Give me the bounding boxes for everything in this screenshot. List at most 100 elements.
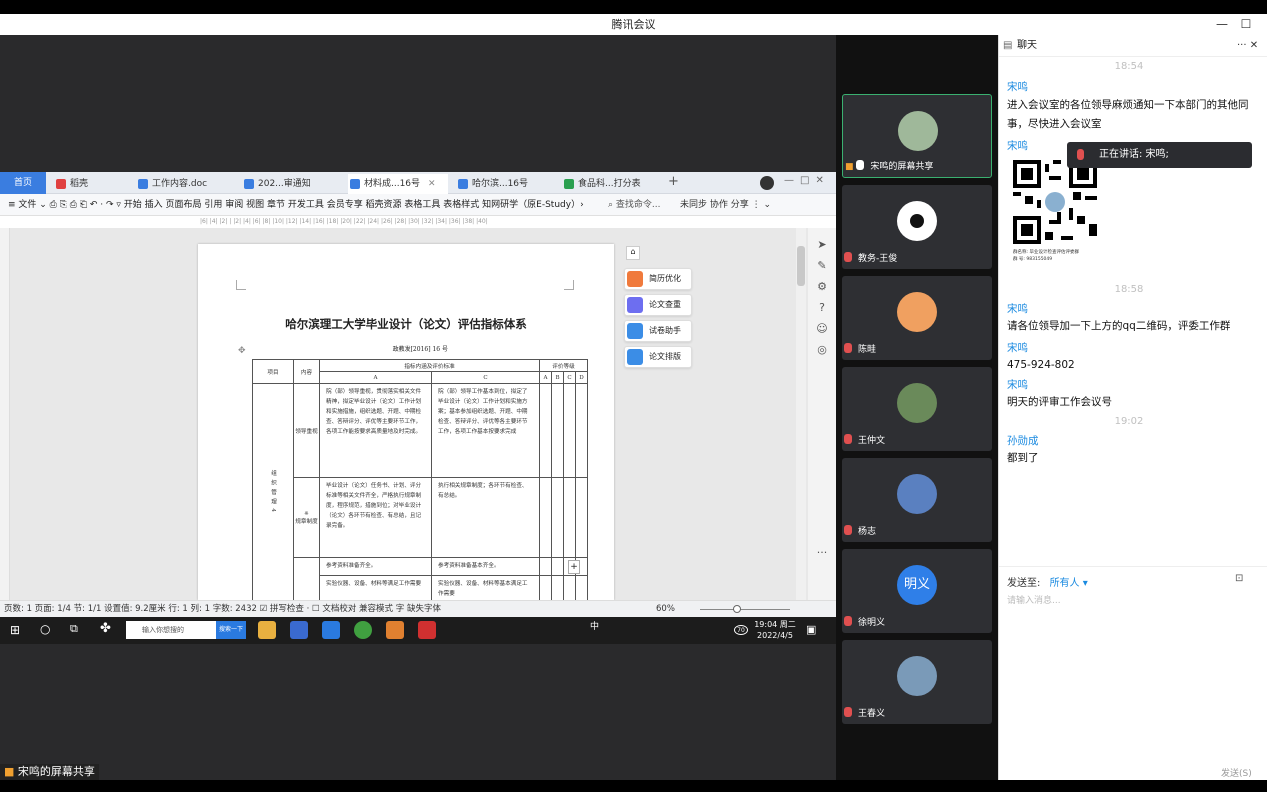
taskbar-clock[interactable]: 19:04 周二 2022/4/5 (752, 619, 798, 641)
sync-share-menu[interactable]: 未同步 协作 分享 ⋮ ⌄ (680, 194, 771, 216)
taskbar-search-button[interactable]: 搜索一下 (216, 621, 246, 639)
chat-icon: ▤ (1003, 40, 1013, 51)
content-cell: ※ 规章制度 (293, 477, 320, 558)
more-icon[interactable]: ··· (808, 546, 836, 559)
document-page[interactable]: 哈尔滨理工大学毕业设计（论文）评估指标体系 政教发[2016] 16 号 ✥ 项… (198, 244, 614, 603)
zoom-slider[interactable] (700, 609, 790, 610)
participant-tile[interactable]: ■ 宋鸣的屏幕共享 (842, 94, 992, 178)
speaking-indicator: 正在讲话: 宋鸣; (1067, 142, 1252, 168)
chat-close-icon[interactable]: ··· ✕ (1237, 35, 1258, 57)
pen-icon[interactable]: ✎ (808, 259, 836, 272)
tab-doc-4[interactable]: 哈尔滨...16号 (456, 174, 556, 194)
chat-sender: 宋鸣 (1007, 140, 1028, 152)
chat-header: ▤ 聊天 ··· ✕ (999, 35, 1267, 57)
chat-message: 进入会议室的各位领导麻烦通知一下本部门的其他同事，尽快进入会议室 (1007, 99, 1249, 130)
top-black-bar (0, 0, 1267, 14)
resume-optimize-button[interactable]: 简历优化 (624, 268, 692, 290)
settings-icon[interactable]: ⚙ (808, 280, 836, 293)
task-view-icon[interactable]: ⧉ (70, 622, 78, 636)
select-icon[interactable]: ➤ (808, 238, 836, 251)
qr-code-image[interactable]: 群名称: 毕业设计检查评估评委群 群 号: 983155049 (1013, 160, 1097, 268)
share-icon: ■ (845, 162, 854, 172)
mic-muted-icon (844, 525, 852, 535)
window-controls-icon[interactable]: —□✕ (784, 175, 830, 186)
collapse-icon[interactable]: ⌂ (626, 246, 640, 260)
location-icon[interactable]: ◎ (808, 343, 836, 356)
paper-format-button[interactable]: 论文排版 (624, 346, 692, 368)
word-icon (350, 179, 360, 189)
format-icon (627, 349, 643, 365)
send-to-selector[interactable]: 发送至: 所有人 ▾ (1007, 574, 1088, 589)
cortana-icon[interactable]: ○ (40, 622, 50, 636)
divider (999, 566, 1267, 567)
chat-input[interactable]: 请输入消息... (1007, 593, 1061, 606)
app-title: 腾讯会议 (0, 14, 1267, 35)
robot-icon[interactable]: ☺ (808, 322, 836, 335)
sigma-icon[interactable] (290, 621, 308, 639)
tab-daoke[interactable]: 稻壳 (54, 174, 88, 194)
chat-sender: 孙勋成 (1007, 435, 1039, 447)
participant-tile[interactable]: 陈畦 (842, 276, 992, 360)
wps-icon[interactable] (418, 621, 436, 639)
notification-icon[interactable]: ▣ (806, 623, 816, 636)
paper-check-button[interactable]: 论文查重 (624, 294, 692, 316)
avatar (897, 292, 937, 332)
zoom-level[interactable]: 60% (656, 601, 675, 617)
command-search-input[interactable]: ⌕ 查找命令... (608, 194, 661, 216)
vertical-scrollbar[interactable] (796, 228, 806, 600)
table-move-handle-icon[interactable]: ✥ (238, 346, 246, 356)
participant-tile[interactable]: 王春义 (842, 640, 992, 724)
mic-muted-icon (844, 616, 852, 626)
tencent-meeting-icon[interactable] (386, 621, 404, 639)
tab-doc-2[interactable]: 202...审通知 (242, 174, 342, 194)
chat-sender: 宋鸣 (1007, 342, 1028, 354)
margin-mark (564, 280, 574, 290)
margin-mark (236, 280, 246, 290)
app-icon[interactable]: ✤ (100, 621, 111, 636)
chat-sender: 宋鸣 (1007, 81, 1028, 93)
avatar (898, 111, 938, 151)
avatar (897, 201, 937, 241)
participant-strip: ■ 宋鸣的屏幕共享 教务-王俊 陈畦 王仲文 杨志 明义 徐明义 王春义 (836, 35, 998, 780)
timestamp: 18:58 (1114, 284, 1144, 295)
mic-muted-icon (844, 434, 852, 444)
document-title: 哈尔滨理工大学毕业设计（论文）评估指标体系 (285, 317, 527, 331)
vertical-ruler (0, 228, 10, 600)
exam-helper-button[interactable]: 试卷助手 (624, 320, 692, 342)
tab-doc-1[interactable]: 工作内容.doc (136, 174, 236, 194)
file-icon[interactable]: ⊡ (1235, 573, 1243, 584)
zoom-slider-thumb[interactable] (733, 605, 741, 613)
participant-tile[interactable]: 明义 徐明义 (842, 549, 992, 633)
mic-icon (856, 160, 865, 170)
ime-indicator[interactable]: 中 (590, 619, 599, 632)
tab-doc-3-active[interactable]: 材料成...16号 ✕ (348, 174, 448, 194)
folder-icon[interactable] (258, 621, 276, 639)
minimize-button[interactable]: — (1210, 14, 1234, 35)
windows-taskbar: ⊞ ○ ⧉ ✤ 输入你想搜的 搜索一下 中 70 19:04 周二 2022/4/… (0, 617, 836, 644)
new-tab-icon[interactable]: + (668, 174, 679, 189)
tab-sheet[interactable]: 食品科...打分表 (562, 174, 662, 194)
participant-tile[interactable]: 教务-王俊 (842, 185, 992, 269)
word-icon (458, 179, 468, 189)
participant-tile[interactable]: 王仲文 (842, 367, 992, 451)
word-icon (244, 179, 254, 189)
tab-home[interactable]: 首页 (0, 172, 46, 194)
windows-start-icon[interactable]: ⊞ (10, 623, 20, 637)
photos-icon[interactable] (322, 621, 340, 639)
close-tab-icon[interactable]: ✕ (428, 179, 436, 189)
add-row-icon[interactable]: + (568, 560, 580, 574)
timestamp: 18:54 (1114, 61, 1144, 72)
screen-share-label: ■ 宋鸣的屏幕共享 (0, 764, 99, 780)
send-button[interactable]: 发送(S) (1221, 766, 1252, 779)
maximize-button[interactable]: ☐ (1234, 14, 1258, 35)
avatar (897, 383, 937, 423)
chat-sender: 宋鸣 (1007, 379, 1028, 391)
mic-icon (1077, 149, 1084, 160)
avatar[interactable] (760, 176, 774, 190)
chat-message: 明天的评审工作会议号 (1007, 396, 1112, 408)
evaluation-table: 项目 内容 指标内涵及评价标准 评价等级 A C A B C D 组织管理4 领… (252, 359, 588, 603)
browser-icon[interactable] (354, 621, 372, 639)
chat-message: 请各位领导加一下上方的qq二维码，评委工作群 (1007, 320, 1231, 332)
participant-tile[interactable]: 杨志 (842, 458, 992, 542)
help-icon[interactable]: ? (808, 301, 836, 314)
